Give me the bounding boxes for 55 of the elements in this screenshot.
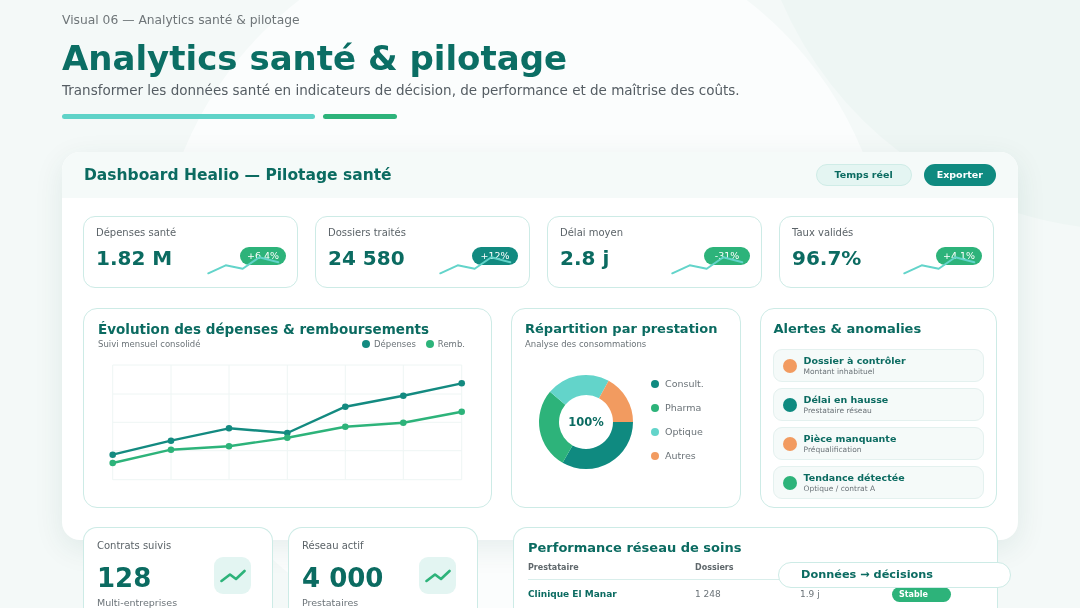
data-point (458, 380, 465, 387)
legend-label: Optique (665, 425, 703, 439)
kpi-label: Dépenses santé (96, 226, 177, 240)
data-point (400, 419, 407, 426)
alert-title: Délai en hausse (803, 393, 889, 406)
export-button[interactable]: Exporter (923, 164, 996, 186)
legend-label: Remb. (437, 338, 465, 350)
table-cell: Clinique El Manar (528, 588, 617, 601)
data-point (458, 408, 465, 415)
kpi-label: Taux validés (792, 226, 854, 240)
kpi-value: 24 580 (328, 245, 405, 271)
alert-title: Dossier à contrôler (803, 354, 906, 367)
legend-label: Autres (665, 449, 696, 463)
data-point (342, 423, 349, 430)
stat-caption: Prestataires (302, 598, 359, 608)
footer-caption: Visual 06 — Analytics santé & pilotage (62, 12, 300, 28)
stat-label: Contrats suivis (97, 539, 172, 553)
donut-center-label: 100% (568, 415, 604, 429)
data-point (225, 425, 233, 432)
column-header: Dossiers (695, 562, 734, 574)
alerts-title: Alertes & anomalies (773, 320, 922, 338)
kpi-value: 2.8 j (560, 245, 610, 271)
legend-label: Dépenses (374, 338, 416, 350)
kpi-label: Délai moyen (560, 226, 623, 240)
trend-icon (419, 557, 456, 594)
trend-icon (214, 557, 251, 594)
data-point (342, 403, 349, 410)
page-subtitle: Transformer les données santé en indicateurs de décision, de performance et de maîtrise des coûts. (62, 81, 740, 99)
distribution-title: Répartition par prestation (525, 320, 718, 338)
legend-label: Pharma (665, 401, 702, 415)
highlight-pill: Données → décisions (778, 562, 1011, 588)
data-point (400, 392, 407, 399)
legend-label: Consult. (665, 377, 704, 391)
stat-value: 4 000 (302, 562, 384, 594)
kpi-value: 96.7% (792, 245, 862, 271)
stat-label: Réseau actif (302, 539, 364, 553)
data-point (225, 443, 233, 450)
table-cell: 1.9 j (800, 588, 820, 601)
alert-title: Pièce manquante (803, 432, 897, 445)
table-title: Performance réseau de soins (528, 539, 742, 557)
distribution-subtitle: Analyse des consommations (525, 338, 647, 350)
dashboard-title: Dashboard Healio — Pilotage santé (84, 165, 392, 185)
stat-value: 128 (97, 562, 152, 594)
page-title: Analytics santé & pilotage (62, 37, 568, 79)
data-point (167, 446, 175, 453)
chart-subtitle: Suivi mensuel consolidé (98, 338, 201, 350)
table-cell: 1 248 (695, 588, 721, 601)
stat-caption: Multi-entreprises (97, 598, 178, 608)
alert-title: Tendance détectée (803, 471, 905, 484)
kpi-value: 1.82 M (96, 245, 173, 271)
data-point (167, 437, 175, 444)
mode-button[interactable]: Temps réel (815, 164, 912, 186)
kpi-label: Dossiers traités (328, 226, 406, 240)
chart-title: Évolution des dépenses & remboursements (98, 320, 429, 338)
column-header: Prestataire (528, 562, 579, 574)
